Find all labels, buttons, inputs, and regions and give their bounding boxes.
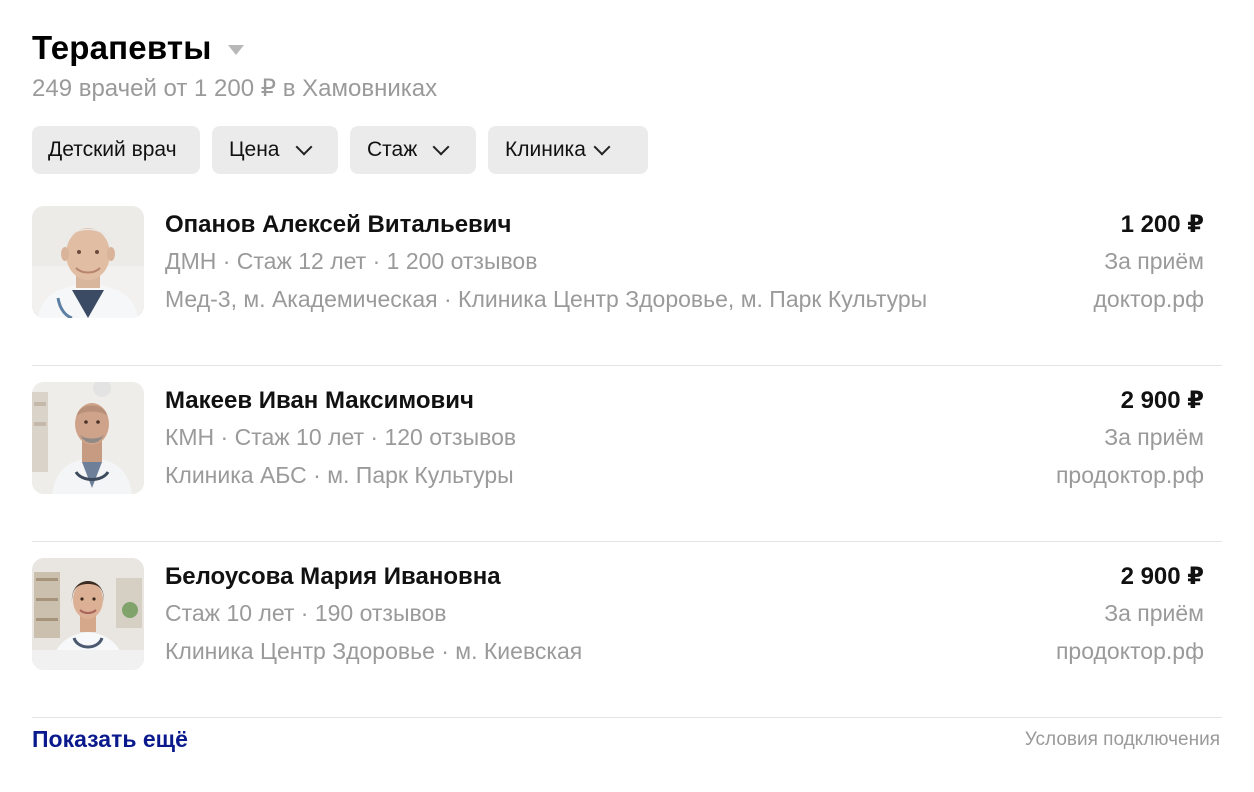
source-site[interactable]: продоктор.рф <box>1056 456 1204 494</box>
doctor-info: Опанов Алексей Витальевич ДМН · Стаж 12 … <box>165 208 927 318</box>
chevron-down-icon <box>295 138 312 156</box>
doctor-credentials: КМН · Стаж 10 лет · 120 отзывов <box>165 424 517 450</box>
doctor-clinics: Мед-3, м. Академическая · Клиника Центр … <box>165 286 928 312</box>
doctor-name[interactable]: Белоусова Мария Ивановна <box>165 560 582 594</box>
doctor-price: 2 900 ₽ <box>1120 387 1204 414</box>
filter-bar: Детский врач Цена Стаж Клиника <box>32 126 648 174</box>
caret-down-icon[interactable] <box>227 45 244 55</box>
doctor-portrait-image <box>32 382 144 494</box>
price-note: За приём <box>1104 600 1204 626</box>
doctor-name[interactable]: Опанов Алексей Витальевич <box>165 208 927 242</box>
doctor-credentials: Стаж 10 лет · 190 отзывов <box>165 600 447 626</box>
doctor-portrait-image <box>32 558 144 670</box>
header: Терапевты 249 врачей от 1 200 ₽ в Хамовн… <box>32 26 437 103</box>
doctor-row[interactable]: Опанов Алексей Витальевич ДМН · Стаж 12 … <box>32 190 1222 366</box>
doctor-name[interactable]: Макеев Иван Максимович <box>165 384 516 418</box>
doctors-card: Терапевты 249 врачей от 1 200 ₽ в Хамовн… <box>0 0 1252 770</box>
doctor-clinics: Клиника Центр Здоровье · м. Киевская <box>165 638 583 664</box>
price-note: За приём <box>1104 424 1204 450</box>
price-note: За приём <box>1104 248 1204 274</box>
doctor-photo[interactable] <box>32 206 144 318</box>
title-row[interactable]: Терапевты <box>32 26 437 70</box>
doctor-row[interactable]: Белоусова Мария Ивановна Стаж 10 лет · 1… <box>32 542 1222 718</box>
doctor-row[interactable]: Макеев Иван Максимович КМН · Стаж 10 лет… <box>32 366 1222 542</box>
doctor-portrait-image <box>32 206 144 318</box>
doctor-list: Опанов Алексей Витальевич ДМН · Стаж 12 … <box>32 190 1222 718</box>
filter-child-doctor[interactable]: Детский врач <box>32 126 200 174</box>
filter-experience[interactable]: Стаж <box>350 126 476 174</box>
filter-price[interactable]: Цена <box>212 126 338 174</box>
price-block: 1 200 ₽ За приём доктор.рф <box>1094 208 1205 318</box>
terms-link[interactable]: Условия подключения <box>1025 729 1220 751</box>
doctor-price: 1 200 ₽ <box>1120 211 1204 238</box>
filter-label: Детский врач <box>48 138 177 161</box>
source-site[interactable]: доктор.рф <box>1094 280 1205 318</box>
source-site[interactable]: продоктор.рф <box>1056 632 1204 670</box>
chevron-down-icon <box>432 138 450 156</box>
filter-label: Клиника <box>505 138 586 161</box>
show-more-link[interactable]: Показать ещё <box>32 726 188 753</box>
filter-label: Стаж <box>367 138 418 161</box>
results-summary: 249 врачей от 1 200 ₽ в Хамовниках <box>32 75 438 102</box>
doctor-clinics: Клиника АБС · м. Парк Культуры <box>165 462 514 488</box>
doctor-info: Белоусова Мария Ивановна Стаж 10 лет · 1… <box>165 560 582 670</box>
doctor-photo[interactable] <box>32 382 144 494</box>
page-title[interactable]: Терапевты <box>32 29 212 67</box>
chevron-down-icon <box>593 138 611 156</box>
doctor-price: 2 900 ₽ <box>1120 563 1204 590</box>
price-block: 2 900 ₽ За приём продоктор.рф <box>1056 560 1204 670</box>
doctor-credentials: ДМН · Стаж 12 лет · 1 200 отзывов <box>165 248 538 274</box>
price-block: 2 900 ₽ За приём продоктор.рф <box>1056 384 1204 494</box>
doctor-photo[interactable] <box>32 558 144 670</box>
filter-clinic[interactable]: Клиника <box>488 126 648 174</box>
doctor-info: Макеев Иван Максимович КМН · Стаж 10 лет… <box>165 384 516 494</box>
footer: Показать ещё Условия подключения <box>32 726 1220 753</box>
filter-label: Цена <box>229 138 280 161</box>
